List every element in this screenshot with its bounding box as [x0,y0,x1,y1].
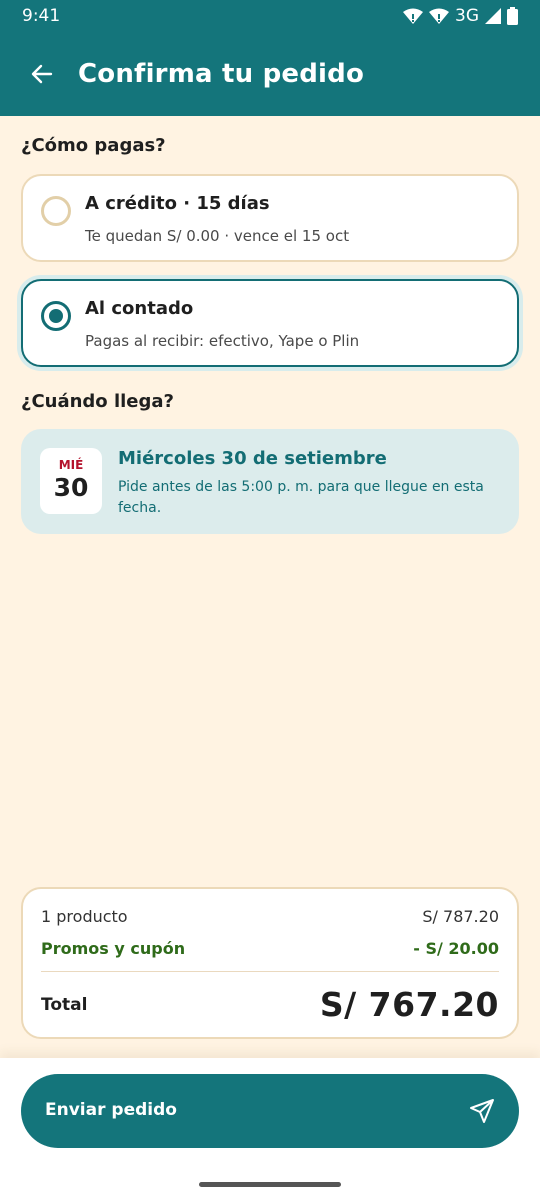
radio-button-selected[interactable] [41,301,71,331]
home-indicator[interactable] [199,1182,341,1187]
summary-row-products: 1 producto S/ 787.20 [41,907,499,926]
back-button[interactable] [22,54,62,94]
send-icon [470,1099,494,1123]
page-title: Confirma tu pedido [78,59,365,89]
promo-label: Promos y cupón [41,939,186,958]
calendar-day: 30 [53,473,89,502]
summary-row-promo: Promos y cupón - S/ 20.00 [41,939,499,958]
app-bar: Confirma tu pedido [0,44,540,104]
payment-option-title: Al contado [85,298,194,319]
radio-button[interactable] [41,196,71,226]
payment-option-credit[interactable]: A crédito · 15 días Te quedan S/ 0.00 · … [21,174,519,262]
promo-value: - S/ 20.00 [413,939,499,958]
top-app-bar: 9:41 3G Confirma tu pedido [0,0,540,116]
total-label: Total [41,994,88,1015]
status-bar: 9:41 3G [0,0,540,34]
signal-icon [485,8,501,24]
delivery-section-title: ¿Cuándo llega? [21,391,174,412]
products-value: S/ 787.20 [422,907,499,926]
wifi-icon [429,8,449,24]
calendar-day-of-week: MIÉ [58,458,84,472]
payment-option-title: A crédito · 15 días [85,193,270,214]
battery-icon [507,7,518,25]
arrow-left-icon [31,64,53,84]
bottom-bar: Enviar pedido [0,1058,540,1200]
payment-option-cash[interactable]: Al contado Pagas al recibir: efectivo, Y… [21,279,519,367]
payment-section-title: ¿Cómo pagas? [21,135,166,156]
divider [41,971,499,972]
wifi-icon [403,8,423,24]
payment-option-subtitle: Te quedan S/ 0.00 · vence el 15 oct [85,227,350,245]
summary-row-total: Total S/ 767.20 [41,985,499,1024]
order-summary: 1 producto S/ 787.20 Promos y cupón - S/… [21,887,519,1039]
network-type: 3G [455,6,479,26]
delivery-date: Miércoles 30 de setiembre [118,448,387,469]
total-value: S/ 767.20 [319,985,499,1024]
send-order-label: Enviar pedido [45,1100,177,1120]
delivery-note: Pide antes de las 5:00 p. m. para que ll… [118,479,484,516]
products-label: 1 producto [41,907,128,926]
delivery-card: MIÉ 30 Miércoles 30 de setiembre Pide an… [21,429,519,534]
calendar-icon: MIÉ 30 [40,448,102,514]
status-icons: 3G [403,6,518,26]
status-time: 9:41 [22,6,61,26]
send-order-button[interactable]: Enviar pedido [21,1074,519,1148]
payment-option-subtitle: Pagas al recibir: efectivo, Yape o Plin [85,332,360,350]
